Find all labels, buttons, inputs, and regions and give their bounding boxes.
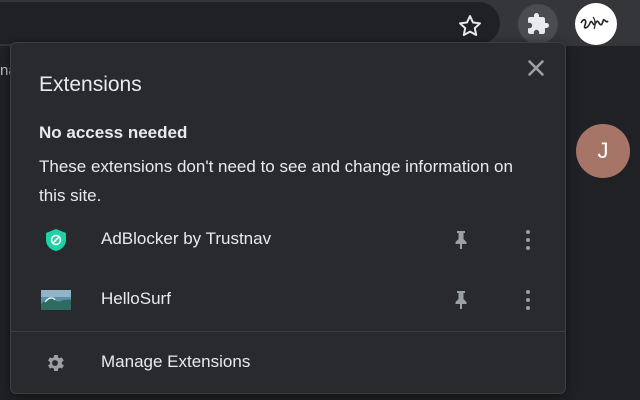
puzzle-icon — [528, 13, 549, 34]
profile-avatar[interactable] — [575, 3, 617, 45]
manage-extensions-button[interactable]: Manage Extensions — [11, 333, 565, 391]
close-icon[interactable] — [523, 55, 549, 81]
star-icon[interactable] — [456, 12, 484, 40]
extensions-popup: Extensions No access needed These extens… — [10, 42, 566, 394]
wave-thumbnail-icon — [41, 290, 71, 310]
account-avatar[interactable]: J — [576, 124, 630, 178]
signature-logo — [580, 16, 609, 30]
extension-row-adblocker[interactable]: AdBlocker by Trustnav — [11, 213, 565, 267]
section-description: These extensions don't need to see and c… — [39, 157, 513, 205]
extensions-button[interactable] — [518, 4, 558, 44]
extension-row-hellosurf[interactable]: HelloSurf — [11, 273, 565, 327]
more-vert-icon[interactable] — [521, 286, 535, 314]
extension-name: AdBlocker by Trustnav — [101, 229, 272, 248]
browser-toolbar — [0, 0, 640, 46]
pin-icon[interactable] — [451, 288, 471, 312]
shield-icon — [46, 229, 66, 251]
manage-extensions-label: Manage Extensions — [101, 352, 251, 371]
address-bar[interactable] — [0, 2, 500, 44]
divider — [11, 331, 565, 332]
popup-title: Extensions — [39, 73, 142, 96]
extension-name: HelloSurf — [101, 289, 171, 308]
section-heading: No access needed — [39, 123, 188, 142]
more-vert-icon[interactable] — [521, 226, 535, 254]
pin-icon[interactable] — [451, 228, 471, 252]
gear-icon — [48, 355, 64, 371]
